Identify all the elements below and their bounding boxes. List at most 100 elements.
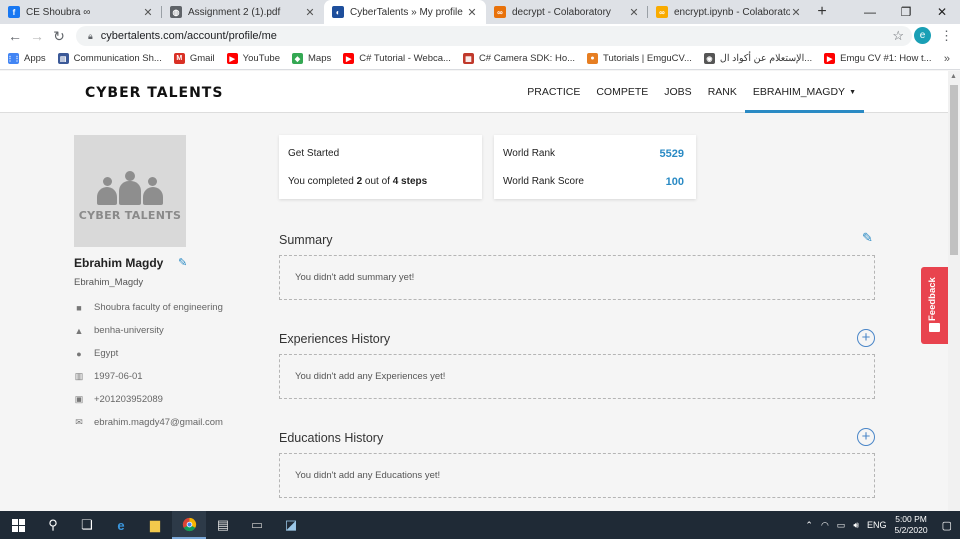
edit-summary-pencil-icon[interactable]: ✎ xyxy=(862,230,873,246)
url-bar[interactable]: 🔒︎ cybertalents.com/account/profile/me ☆ xyxy=(76,26,912,46)
network-icon[interactable]: ◠ xyxy=(821,520,829,531)
profile-detail-university: ▲ benha-university xyxy=(74,325,164,336)
nav-jobs[interactable]: JOBS xyxy=(656,71,699,113)
more-menu-icon[interactable]: ⋮ xyxy=(940,28,953,44)
task-view-icon[interactable]: ❏ xyxy=(70,511,104,539)
team-silhouette-icon xyxy=(95,170,165,205)
browser-tab-bar: f CE Shoubra ∞ ✕ ◍ Assignment 2 (1).pdf … xyxy=(0,0,960,24)
get-started-card[interactable]: Get Started You completed 2 out of 4 ste… xyxy=(279,135,482,199)
nav-rank[interactable]: RANK xyxy=(700,71,745,113)
cybertalents-favicon-icon: ◐ xyxy=(332,6,344,18)
back-arrow-icon[interactable]: ← xyxy=(4,28,26,44)
maps-icon: ◆ xyxy=(292,53,303,64)
bookmark-item[interactable]: ◆ Maps xyxy=(292,53,331,64)
volume-icon[interactable]: 🔊︎ xyxy=(853,520,859,531)
document-app-icon[interactable]: ▤ xyxy=(206,511,240,539)
close-tab-icon[interactable]: ✕ xyxy=(142,6,154,19)
browser-tab[interactable]: ∞ decrypt - Colaboratory ✕ xyxy=(486,0,648,24)
user-menu-dropdown[interactable]: EBRAHIM_MAGDY ▼ xyxy=(744,71,864,113)
facebook-icon: f xyxy=(8,6,20,18)
youtube-icon: ▶ xyxy=(824,53,836,64)
feedback-tab[interactable]: Feedback xyxy=(921,267,948,344)
bookmark-item[interactable]: ⋮⋮ Apps xyxy=(7,53,46,64)
bookmarks-overflow-icon[interactable]: » xyxy=(944,53,950,65)
phone-icon: ▣ xyxy=(74,394,84,404)
bookmark-item[interactable]: ▶ YouTube xyxy=(226,53,280,64)
terminal-icon[interactable]: ▭ xyxy=(240,511,274,539)
clock-time: 5:00 PM xyxy=(895,514,927,524)
profile-detail-country: ● Egypt xyxy=(74,348,118,359)
globe-icon: ◉ xyxy=(703,53,715,64)
taskbar-clock[interactable]: 5:00 PM 5/2/2020 xyxy=(895,514,928,536)
restore-button[interactable]: ❐ xyxy=(888,0,924,24)
page-scrollbar[interactable]: ▲ xyxy=(948,71,960,511)
tab-title: decrypt - Colaboratory xyxy=(512,6,611,18)
browser-tab[interactable]: ∞ encrypt.ipynb - Colaboratory ✕ xyxy=(648,0,810,24)
add-experience-plus-icon[interactable]: + xyxy=(857,329,875,347)
user-menu-label: EBRAHIM_MAGDY xyxy=(752,86,846,98)
bookmark-star-icon[interactable]: ☆ xyxy=(892,28,904,44)
profile-detail-text: ebrahim.magdy47@gmail.com xyxy=(94,417,223,428)
app-icon[interactable]: ◪ xyxy=(274,511,308,539)
world-rank-score-value: 100 xyxy=(665,176,684,188)
edge-browser-icon[interactable]: e xyxy=(104,511,138,539)
forward-arrow-icon[interactable]: → xyxy=(26,28,48,44)
bookmark-item[interactable]: ◉ الإستعلام عن أكواد ال... xyxy=(703,53,812,64)
url-text[interactable]: cybertalents.com/account/profile/me xyxy=(101,30,277,42)
system-tray: ⌃ ◠ ▭ 🔊︎ ENG 5:00 PM 5/2/2020 ▢ xyxy=(805,511,960,539)
bookmark-label: Apps xyxy=(24,53,46,64)
chrome-icon[interactable] xyxy=(172,511,206,539)
profile-avatar-button[interactable]: e xyxy=(914,27,931,44)
search-icon[interactable]: ⚲ xyxy=(36,511,70,539)
total-steps: 4 steps xyxy=(392,176,428,187)
profile-detail-birthdate: ▥ 1997-06-01 xyxy=(74,371,143,382)
experiences-empty-box: You didn't add any Experiences yet! xyxy=(279,354,875,399)
new-tab-button[interactable]: + xyxy=(810,0,834,24)
nav-compete[interactable]: COMPETE xyxy=(588,71,656,113)
minimize-button[interactable]: — xyxy=(852,0,888,24)
tray-chevron-up-icon[interactable]: ⌃ xyxy=(805,520,813,531)
scroll-up-arrow-icon[interactable]: ▲ xyxy=(950,73,957,80)
lock-icon[interactable]: 🔒︎ xyxy=(88,31,93,42)
colab-icon: ∞ xyxy=(656,6,668,18)
windows-start-icon[interactable] xyxy=(0,511,36,539)
rank-card: World Rank 5529 World Rank Score 100 xyxy=(494,135,696,199)
avatar-brand-text: CYBER TALENTS xyxy=(78,208,182,222)
bookmark-item[interactable]: ▦ C# Camera SDK: Ho... xyxy=(462,53,576,64)
bookmark-item[interactable]: ▤ Communication Sh... xyxy=(57,53,162,64)
tab-title: encrypt.ipynb - Colaboratory xyxy=(674,6,790,18)
window-controls: — ❐ ✕ xyxy=(852,0,960,24)
close-tab-icon[interactable]: ✕ xyxy=(628,6,640,19)
battery-icon[interactable]: ▭ xyxy=(837,520,846,531)
close-window-button[interactable]: ✕ xyxy=(924,0,960,24)
bookmarks-bar: ⋮⋮ Apps ▤ Communication Sh... M Gmail ▶ YouTube… xyxy=(0,48,960,70)
browser-tab-active[interactable]: ◐ CyberTalents » My profile ✕ xyxy=(324,0,486,24)
profile-name: Ebrahim Magdy xyxy=(74,256,164,270)
bookmark-label: C# Camera SDK: Ho... xyxy=(478,53,576,64)
language-indicator[interactable]: ENG xyxy=(867,520,887,530)
browser-tab[interactable]: ◍ Assignment 2 (1).pdf ✕ xyxy=(162,0,324,24)
close-tab-icon[interactable]: ✕ xyxy=(790,6,802,19)
scrollbar-thumb[interactable] xyxy=(950,85,958,255)
birthday-cake-icon: ▥ xyxy=(74,371,84,381)
edit-profile-pencil-icon[interactable]: ✎ xyxy=(178,256,187,269)
file-explorer-icon[interactable]: ▆ xyxy=(138,511,172,539)
bookmark-item[interactable]: ▶ Emgu CV #1: How t... xyxy=(824,53,932,64)
site-logo[interactable]: CYBER TALENTS xyxy=(85,85,223,101)
add-education-plus-icon[interactable]: + xyxy=(857,428,875,446)
bookmark-label: Communication Sh... xyxy=(73,53,162,64)
profile-detail-text: Shoubra faculty of engineering xyxy=(94,302,223,313)
get-started-title: Get Started xyxy=(288,148,340,159)
experiences-title: Experiences History xyxy=(279,332,391,346)
bookmark-item[interactable]: M Gmail xyxy=(173,53,215,64)
notifications-icon[interactable]: ▢ xyxy=(942,519,952,532)
reload-icon[interactable]: ↻ xyxy=(48,28,70,45)
close-tab-icon[interactable]: ✕ xyxy=(466,6,478,19)
bookmark-item[interactable]: ● Tutorials | EmguCV... xyxy=(587,53,692,64)
get-started-progress: You completed 2 out of 4 steps xyxy=(288,176,427,187)
bookmark-item[interactable]: ▶ C# Tutorial - Webca... xyxy=(343,53,451,64)
briefcase-icon: ■ xyxy=(76,302,82,313)
browser-tab[interactable]: f CE Shoubra ∞ ✕ xyxy=(0,0,162,24)
close-tab-icon[interactable]: ✕ xyxy=(304,6,316,19)
nav-practice[interactable]: PRACTICE xyxy=(519,71,588,113)
